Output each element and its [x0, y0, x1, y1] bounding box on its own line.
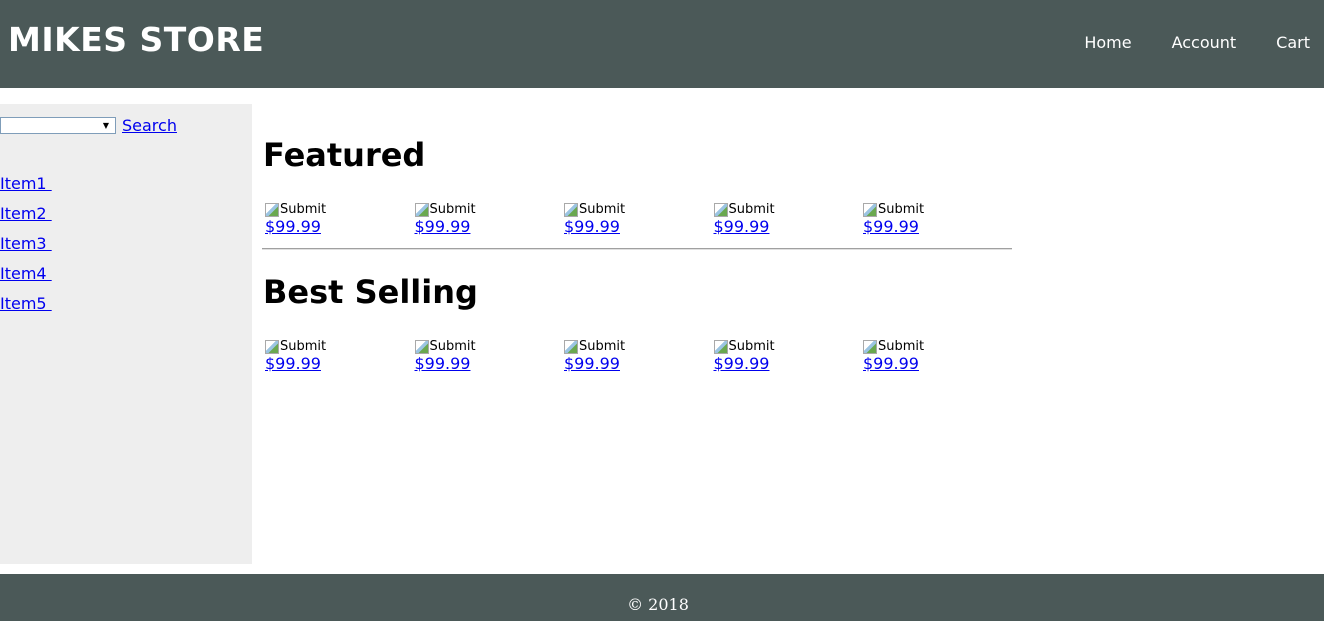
broken-image-icon: [265, 339, 279, 354]
product-price-link[interactable]: $99.99: [863, 354, 919, 374]
sidebar-item: Item1: [0, 174, 52, 204]
product-price-link[interactable]: $99.99: [863, 217, 919, 237]
best-selling-products: Submit $99.99 Submit $99.99 Submit $99.9…: [265, 339, 1015, 374]
product-image[interactable]: Submit: [265, 202, 415, 217]
product-image[interactable]: Submit: [863, 339, 1013, 354]
product-image-alt: Submit: [878, 339, 925, 354]
product-image-alt: Submit: [728, 339, 775, 354]
product-image[interactable]: Submit: [863, 202, 1013, 217]
broken-image-icon: [414, 339, 429, 354]
broken-image-icon: [713, 339, 728, 354]
product-card: Submit $99.99: [265, 339, 415, 374]
copyright-text: © 2018: [627, 595, 689, 614]
product-image-alt: Submit: [878, 202, 925, 217]
featured-heading: Featured: [263, 136, 426, 174]
broken-image-icon: [863, 339, 877, 354]
product-image[interactable]: Submit: [564, 339, 714, 354]
product-image-alt: Submit: [429, 339, 476, 354]
broken-image-icon: [863, 202, 877, 217]
product-image[interactable]: Submit: [414, 202, 565, 217]
product-image[interactable]: Submit: [414, 339, 565, 354]
product-card: Submit $99.99: [564, 339, 714, 374]
best-selling-heading: Best Selling: [263, 273, 478, 311]
product-price-link[interactable]: $99.99: [564, 354, 620, 374]
product-price-link[interactable]: $99.99: [714, 354, 770, 374]
sidebar-item-link[interactable]: Item2: [0, 204, 52, 223]
nav-cart-link[interactable]: Cart: [1276, 33, 1310, 53]
product-image-alt: Submit: [579, 202, 626, 217]
broken-image-icon: [564, 339, 578, 354]
product-image-alt: Submit: [280, 202, 327, 217]
category-select[interactable]: ▼: [0, 117, 116, 134]
featured-products: Submit $99.99 Submit $99.99 Submit $99.9…: [265, 202, 1015, 237]
product-image[interactable]: Submit: [713, 202, 864, 217]
sidebar-item-link[interactable]: Item1: [0, 174, 52, 193]
top-nav: Home Account Cart: [1084, 33, 1310, 53]
broken-image-icon: [564, 202, 578, 217]
broken-image-icon: [414, 202, 429, 217]
sidebar-item: Item4: [0, 264, 52, 294]
product-price-link[interactable]: $99.99: [415, 217, 471, 237]
product-image-alt: Submit: [579, 339, 626, 354]
broken-image-icon: [265, 202, 279, 217]
product-card: Submit $99.99: [713, 202, 864, 237]
product-price-link[interactable]: $99.99: [415, 354, 471, 374]
product-image[interactable]: Submit: [713, 339, 864, 354]
sidebar-item: Item5: [0, 294, 52, 324]
product-image[interactable]: Submit: [564, 202, 714, 217]
product-card: Submit $99.99: [414, 202, 565, 237]
sidebar-item-link[interactable]: Item4: [0, 264, 52, 283]
store-title: MIKES STORE: [8, 20, 265, 59]
product-image-alt: Submit: [280, 339, 327, 354]
product-price-link[interactable]: $99.99: [714, 217, 770, 237]
sidebar: ▼ Search Item1 Item2 Item3 Item4 Item5: [0, 104, 252, 564]
section-divider: [262, 248, 1012, 250]
broken-image-icon: [713, 202, 728, 217]
search-row: ▼ Search: [0, 116, 177, 135]
product-card: Submit $99.99: [863, 339, 1013, 374]
sidebar-item-list: Item1 Item2 Item3 Item4 Item5: [0, 174, 52, 324]
sidebar-item-link[interactable]: Item3: [0, 234, 52, 253]
site-header: MIKES STORE Home Account Cart: [0, 0, 1324, 88]
product-price-link[interactable]: $99.99: [265, 354, 321, 374]
search-link[interactable]: Search: [122, 116, 177, 135]
dropdown-arrow-icon: ▼: [102, 121, 109, 130]
site-footer: © 2018: [0, 574, 1324, 621]
sidebar-item: Item2: [0, 204, 52, 234]
product-card: Submit $99.99: [564, 202, 714, 237]
sidebar-item-link[interactable]: Item5: [0, 294, 52, 313]
product-card: Submit $99.99: [265, 202, 415, 237]
product-price-link[interactable]: $99.99: [265, 217, 321, 237]
product-card: Submit $99.99: [414, 339, 565, 374]
nav-account-link[interactable]: Account: [1172, 33, 1237, 53]
sidebar-item: Item3: [0, 234, 52, 264]
product-image-alt: Submit: [728, 202, 775, 217]
product-image[interactable]: Submit: [265, 339, 415, 354]
product-card: Submit $99.99: [713, 339, 864, 374]
product-price-link[interactable]: $99.99: [564, 217, 620, 237]
nav-home-link[interactable]: Home: [1084, 33, 1131, 53]
product-card: Submit $99.99: [863, 202, 1013, 237]
product-image-alt: Submit: [429, 202, 476, 217]
